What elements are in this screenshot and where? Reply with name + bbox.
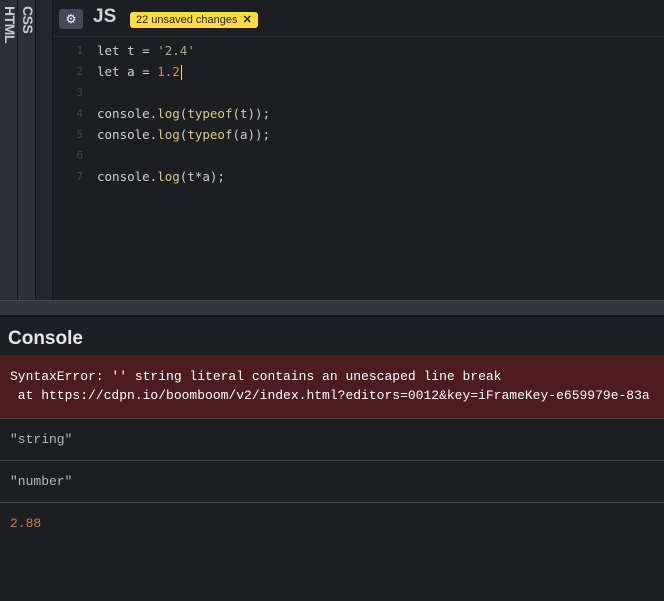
code-token: log: [157, 106, 180, 121]
code-token: log: [157, 169, 180, 184]
line-number: 3: [76, 86, 83, 99]
line-number: 1: [76, 44, 83, 57]
code-token: log: [157, 127, 180, 142]
code-line[interactable]: 4 console.log(typeof(t));: [53, 103, 664, 124]
js-editor-panel: ⚙ JS 22 unsaved changes ✕ 1 let t = '2.4'…: [53, 0, 664, 300]
console-log-entry: "string": [0, 419, 664, 461]
js-editor-header: ⚙ JS 22 unsaved changes ✕: [53, 0, 664, 37]
code-token: typeof: [187, 127, 233, 142]
console-resize-handle[interactable]: [0, 300, 664, 317]
console-log-entry: "number": [0, 461, 664, 503]
css-editor-tab[interactable]: CSS: [18, 0, 36, 300]
code-token: console.: [97, 169, 158, 184]
console-panel: Console SyntaxError: '' string literal c…: [0, 317, 664, 601]
code-line[interactable]: 2 let a = 1.2: [53, 61, 664, 82]
console-title: Console: [8, 328, 83, 349]
console-log-list: SyntaxError: '' string literal contains …: [0, 355, 664, 545]
code-line[interactable]: 5 console.log(typeof(a));: [53, 124, 664, 145]
code-token: (t*a);: [179, 169, 225, 184]
code-line[interactable]: 1 let t = '2.4': [53, 40, 664, 61]
line-number: 6: [76, 149, 83, 162]
code-editor[interactable]: 1 let t = '2.4' 2 let a = 1.2 3 4 console.log(…: [53, 40, 664, 187]
editor-settings-button[interactable]: ⚙: [59, 9, 83, 29]
code-text: console.log(typeof(t));: [97, 103, 270, 124]
code-text: let t = '2.4': [97, 40, 195, 61]
line-number: 4: [76, 107, 83, 120]
code-token: console.: [97, 127, 158, 142]
code-text: console.log(typeof(a));: [97, 124, 270, 145]
code-token: '2.4': [157, 43, 195, 58]
error-location: at https://cdpn.io/boomboom/v2/index.htm…: [10, 388, 650, 403]
unsaved-changes-label: 22 unsaved changes: [136, 14, 238, 26]
line-number: 7: [76, 170, 83, 183]
code-text: console.log(t*a);: [97, 166, 225, 187]
code-token: (t));: [232, 106, 271, 121]
unsaved-changes-badge[interactable]: 22 unsaved changes ✕: [130, 12, 258, 28]
line-number: 2: [76, 65, 83, 78]
gear-icon: ⚙: [65, 12, 77, 26]
code-line[interactable]: 3: [53, 82, 664, 103]
code-token: console.: [97, 106, 158, 121]
js-editor-title: JS: [93, 6, 117, 27]
html-editor-tab[interactable]: HTML: [0, 0, 18, 300]
text-cursor: [180, 65, 182, 80]
code-token: let a =: [97, 64, 158, 79]
editor-divider[interactable]: [36, 0, 53, 300]
error-message: SyntaxError: '' string literal contains …: [10, 369, 502, 384]
console-log-entry: 2.88: [10, 516, 42, 531]
code-token: typeof: [187, 106, 233, 121]
line-number: 5: [76, 128, 83, 141]
html-tab-label: HTML: [2, 6, 18, 43]
close-icon[interactable]: ✕: [243, 14, 252, 26]
code-line[interactable]: 6: [53, 145, 664, 166]
code-text: let a = 1.2: [97, 61, 182, 82]
code-token: 1.2: [157, 64, 180, 79]
code-token: let t =: [97, 43, 158, 58]
css-tab-label: CSS: [20, 6, 36, 34]
code-token: (a));: [232, 127, 271, 142]
code-line[interactable]: 7 console.log(t*a);: [53, 166, 664, 187]
console-error-entry: SyntaxError: '' string literal contains …: [0, 355, 664, 419]
